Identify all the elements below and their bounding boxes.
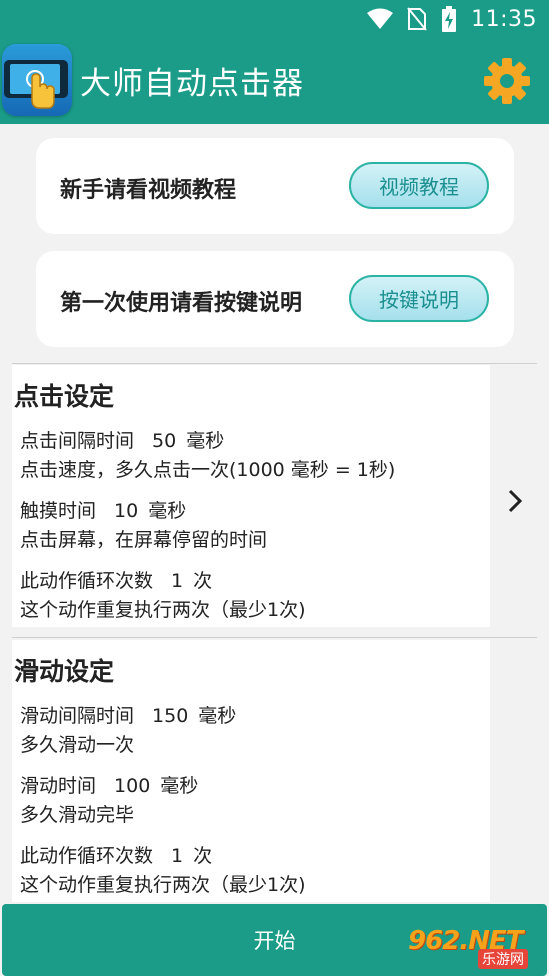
touch-time-desc: 点击屏幕，在屏幕停留的时间	[20, 529, 268, 551]
swipe-duration-unit: 毫秒	[160, 775, 199, 797]
battery-charging-icon	[442, 6, 457, 32]
click-loop-value: 1	[171, 570, 184, 592]
click-loop-row: 此动作循环次数 1 次	[20, 567, 212, 596]
wifi-icon	[367, 8, 394, 29]
app-bar: 大师自动点击器	[0, 38, 549, 124]
click-interval-label: 点击间隔时间	[20, 430, 135, 452]
key-instructions-text: 第一次使用请看按键说明	[60, 291, 303, 316]
divider	[12, 637, 537, 638]
status-icons: 11:35	[367, 4, 537, 34]
click-interval-unit: 毫秒	[186, 430, 225, 452]
video-tutorial-text: 新手请看视频教程	[60, 178, 237, 203]
swipe-settings-section[interactable]: 滑动设定 滑动间隔时间 150 毫秒 多久滑动一次 滑动时间 100 毫秒 多久滑动完毕…	[12, 640, 490, 902]
settings-button[interactable]	[482, 56, 532, 106]
swipe-loop-desc: 这个动作重复执行两次（最少1次)	[20, 874, 306, 896]
click-interval-desc: 点击速度，多久点击一次(1000 毫秒 = 1秒)	[20, 459, 396, 481]
swipe-duration-row: 滑动时间 100 毫秒	[20, 772, 198, 801]
watermark-logo: 962.NET 乐游网	[408, 926, 542, 970]
click-loop-unit: 次	[193, 570, 213, 592]
swipe-interval-unit: 毫秒	[198, 705, 237, 727]
swipe-settings-title: 滑动设定	[14, 657, 115, 686]
swipe-duration-value: 100	[114, 775, 151, 797]
touch-time-unit: 毫秒	[148, 500, 187, 522]
swipe-interval-value: 150	[152, 705, 189, 727]
video-tutorial-card: 新手请看视频教程 视频教程	[36, 138, 514, 234]
touch-time-value: 10	[114, 500, 139, 522]
watermark-bottom-text: 乐游网	[478, 949, 528, 969]
status-bar: 11:35	[0, 0, 549, 38]
swipe-interval-desc: 多久滑动一次	[20, 734, 135, 756]
swipe-duration-label: 滑动时间	[20, 775, 97, 797]
no-sim-icon	[407, 7, 427, 31]
chevron-right-icon[interactable]	[504, 487, 528, 515]
click-loop-desc: 这个动作重复执行两次（最少1次)	[20, 599, 306, 621]
key-instructions-card: 第一次使用请看按键说明 按键说明	[36, 251, 514, 347]
status-time: 11:35	[471, 6, 537, 32]
key-instructions-button[interactable]: 按键说明	[349, 275, 489, 322]
swipe-loop-label: 此动作循环次数	[20, 845, 154, 867]
swipe-loop-unit: 次	[193, 845, 213, 867]
app-title: 大师自动点击器	[80, 66, 304, 102]
swipe-interval-row: 滑动间隔时间 150 毫秒	[20, 702, 236, 731]
click-interval-value: 50	[152, 430, 177, 452]
click-loop-label: 此动作循环次数	[20, 570, 154, 592]
click-settings-section[interactable]: 点击设定 点击间隔时间 50 毫秒 点击速度，多久点击一次(1000 毫秒 = 1秒…	[12, 365, 490, 627]
click-settings-title: 点击设定	[14, 382, 115, 411]
swipe-interval-label: 滑动间隔时间	[20, 705, 135, 727]
gear-icon	[484, 58, 530, 104]
divider	[12, 363, 537, 364]
video-tutorial-button[interactable]: 视频教程	[349, 162, 489, 209]
swipe-loop-row: 此动作循环次数 1 次	[20, 842, 212, 871]
click-interval-row: 点击间隔时间 50 毫秒	[20, 427, 224, 456]
touch-time-label: 触摸时间	[20, 500, 97, 522]
swipe-duration-desc: 多久滑动完毕	[20, 804, 135, 826]
touch-time-row: 触摸时间 10 毫秒	[20, 497, 186, 526]
swipe-loop-value: 1	[171, 845, 184, 867]
tap-phone-icon	[2, 44, 72, 116]
